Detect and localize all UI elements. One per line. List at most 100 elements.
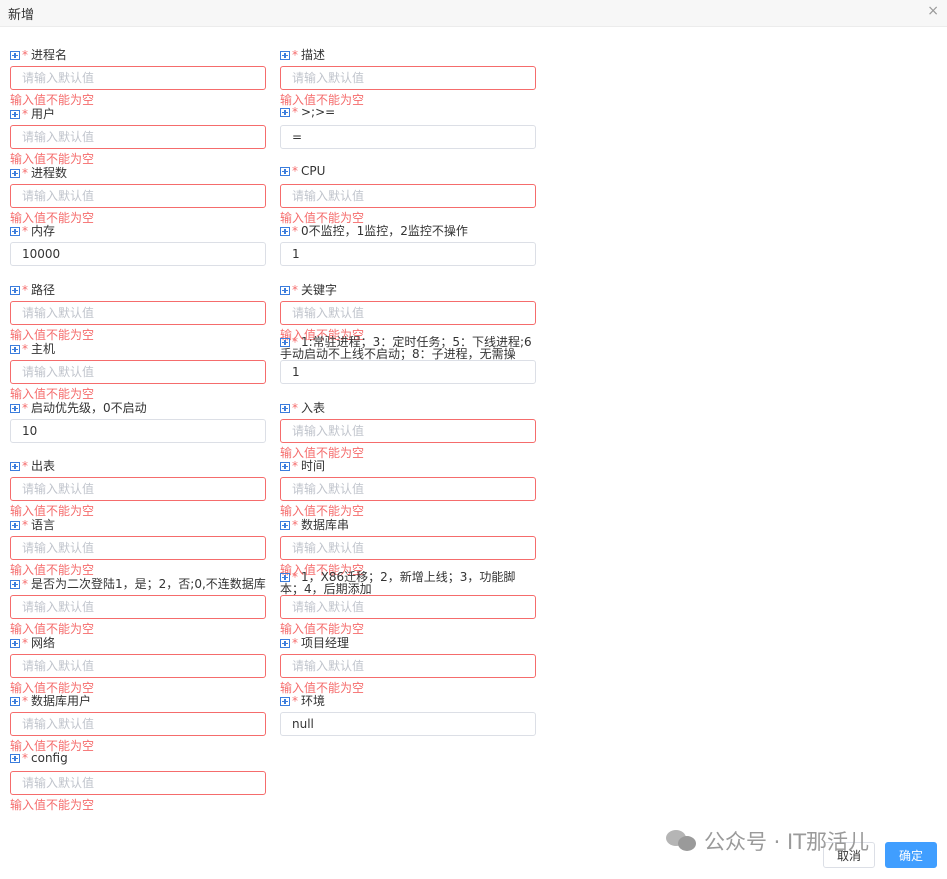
field-label-row: * 主机 [10, 340, 280, 356]
required-asterisk: * [292, 283, 298, 297]
field-input[interactable] [280, 595, 536, 619]
field-input[interactable] [10, 595, 266, 619]
required-asterisk: * [22, 694, 28, 708]
field-label: 是否为二次登陆1，是；2，否;0,不连数据库 [31, 577, 266, 591]
required-asterisk: * [292, 105, 298, 119]
field-label: 项目经理 [301, 636, 350, 650]
field-label: 出表 [31, 459, 56, 473]
field-input[interactable] [10, 654, 266, 678]
required-asterisk: * [22, 283, 28, 297]
field-label: 1:常驻进程；3：定时任务；5：下线进程;6 手动启动不上线不启动；8：子进程，… [280, 336, 532, 360]
required-asterisk: * [292, 459, 298, 473]
field-label: 0不监控，1监控，2监控不操作 [301, 224, 468, 238]
field-input[interactable] [280, 184, 536, 208]
field-type-icon [10, 110, 20, 119]
field-label: 描述 [301, 48, 326, 62]
field-input[interactable] [10, 301, 266, 325]
field-input[interactable] [10, 242, 266, 266]
field-type-icon [10, 404, 20, 413]
field-label: CPU [301, 164, 326, 178]
field-label-row: * 0不监控，1监控，2监控不操作 [280, 222, 550, 238]
field-type-icon [10, 169, 20, 178]
field-label-row: * config [10, 751, 280, 767]
field-label-row: * 1，X86迁移；2，新增上线；3，功能脚本；4，后期添加 [280, 571, 536, 595]
field-label-row: * 入表 [280, 399, 550, 415]
field-input[interactable] [10, 477, 266, 501]
field-input[interactable] [280, 536, 536, 560]
field-type-icon [280, 167, 290, 176]
required-asterisk: * [22, 577, 28, 591]
close-icon[interactable]: × [927, 3, 939, 19]
required-asterisk: * [292, 164, 298, 178]
required-asterisk: * [22, 459, 28, 473]
field-input[interactable] [280, 712, 536, 736]
field-input[interactable] [280, 477, 536, 501]
field-label: config [31, 751, 68, 765]
required-asterisk: * [292, 224, 298, 238]
required-asterisk: * [22, 401, 28, 415]
field-label: 数据库用户 [31, 694, 92, 708]
field-error-message: 输入值不能为空 [10, 798, 95, 812]
field-input[interactable] [280, 654, 536, 678]
field-input[interactable] [280, 360, 536, 384]
field-label: 入表 [301, 401, 326, 415]
dialog-header: 新增 × [0, 0, 947, 27]
field-label: 网络 [31, 636, 56, 650]
field-label-row: * 内存 [10, 222, 280, 238]
field-label: 进程名 [31, 48, 68, 62]
field-label: >;>= [301, 105, 336, 119]
field-input[interactable] [280, 66, 536, 90]
field-type-icon [10, 227, 20, 236]
field-input[interactable] [280, 242, 536, 266]
field-type-icon [10, 286, 20, 295]
field-input[interactable] [280, 301, 536, 325]
field-input[interactable] [10, 536, 266, 560]
field-input[interactable] [10, 184, 266, 208]
field-type-icon [280, 108, 290, 117]
field-input[interactable] [10, 419, 266, 443]
required-asterisk: * [22, 636, 28, 650]
field-label: 内存 [31, 224, 56, 238]
field-label-row: * 路径 [10, 281, 280, 297]
field-label-row: * CPU [280, 164, 550, 180]
field-type-icon [10, 697, 20, 706]
field-label: 1，X86迁移；2，新增上线；3，功能脚本；4，后期添加 [280, 571, 516, 595]
field-label-row: * 项目经理 [280, 634, 550, 650]
field-input[interactable] [280, 125, 536, 149]
field-label-row: * 环境 [280, 692, 550, 708]
field-label: 数据库串 [301, 518, 350, 532]
field-input[interactable] [10, 771, 266, 795]
required-asterisk: * [22, 166, 28, 180]
field-label: 环境 [301, 694, 326, 708]
field-type-icon [280, 521, 290, 530]
field-label: 主机 [31, 342, 56, 356]
field-type-icon [10, 521, 20, 530]
watermark: 公众号 · IT那活儿 [666, 826, 869, 856]
field-input[interactable] [280, 419, 536, 443]
field-label: 进程数 [31, 166, 68, 180]
required-asterisk: * [22, 518, 28, 532]
required-asterisk: * [292, 694, 298, 708]
wechat-icon [666, 830, 698, 852]
required-asterisk: * [292, 401, 298, 415]
field-label-row: * >;>= [280, 105, 550, 121]
field-label-row: * 网络 [10, 634, 280, 650]
field-label-row: * 启动优先级，0不启动 [10, 399, 280, 415]
dialog-title: 新增 [8, 8, 35, 23]
field-type-icon [280, 227, 290, 236]
field-type-icon [280, 639, 290, 648]
field-input[interactable] [10, 125, 266, 149]
required-asterisk: * [22, 107, 28, 121]
field-label: 时间 [301, 459, 326, 473]
watermark-text: 公众号 · IT那活儿 [704, 830, 870, 854]
confirm-button[interactable]: 确定 [885, 842, 937, 868]
field-input[interactable] [10, 360, 266, 384]
field-type-icon [280, 404, 290, 413]
field-type-icon [280, 286, 290, 295]
field-input[interactable] [10, 712, 266, 736]
required-asterisk: * [22, 224, 28, 238]
required-asterisk: * [22, 751, 28, 765]
field-type-icon [10, 580, 20, 589]
required-asterisk: * [22, 48, 28, 62]
field-input[interactable] [10, 66, 266, 90]
